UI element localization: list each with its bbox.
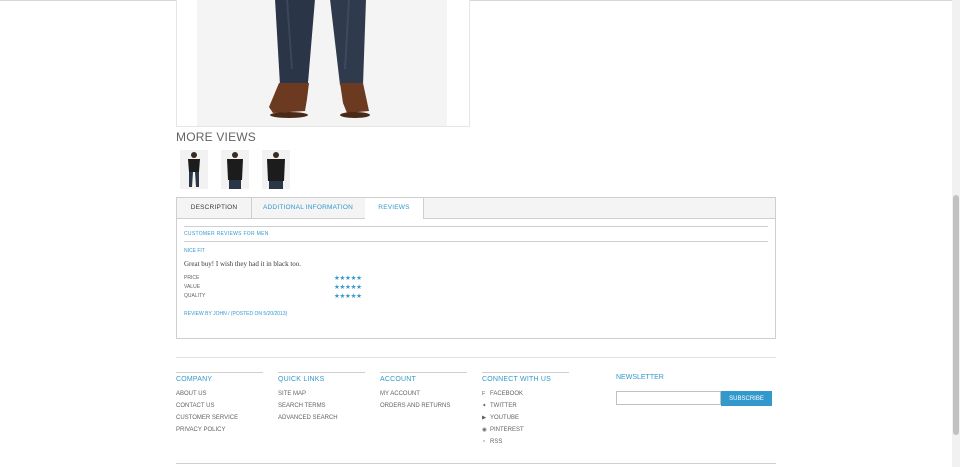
footer-connect-title: CONNECT WITH US [482,372,569,383]
rating-row-price: PRICE ★★★★★ [184,275,768,284]
tab-description[interactable]: DESCRIPTION [177,198,252,218]
footer-link-privacy-policy[interactable]: PRIVACY POLICY [176,424,263,436]
product-main-image[interactable] [176,0,470,127]
model-legs-illustration [269,0,370,118]
review-body: Great buy! I wish they had it in black t… [184,260,302,268]
youtube-icon: ▶ [482,415,487,421]
pinterest-icon: ◉ [482,427,487,433]
star-rating-icon: ★★★★★ [334,284,362,291]
footer-link-my-account[interactable]: MY ACCOUNT [380,388,467,400]
footer-quick-links: QUICK LINKS SITE MAP SEARCH TERMS ADVANC… [278,372,365,424]
thumbnail-person-icon [267,152,285,189]
tab-reviews[interactable]: REVIEWS [365,198,424,219]
thumbnail-person-icon [188,152,200,187]
thumbnail-2[interactable] [221,150,249,189]
footer-link-orders-returns[interactable]: ORDERS AND RETURNS [380,400,467,412]
reviews-heading: CUSTOMER REVIEWS FOR MEN [184,226,768,242]
reviews-panel: CUSTOMER REVIEWS FOR MEN NICE FIT Great … [184,226,768,317]
rating-row-quality: QUALITY ★★★★★ [184,293,768,302]
footer-account: ACCOUNT MY ACCOUNT ORDERS AND RETURNS [380,372,467,412]
rating-label: VALUE [184,284,201,290]
rss-icon: ◔ [482,439,486,445]
star-rating-icon: ★★★★★ [334,275,362,282]
newsletter-email-input[interactable] [616,391,721,405]
footer-link-site-map[interactable]: SITE MAP [278,388,365,400]
more-views-thumbnails [180,150,290,189]
footer-divider [176,357,776,358]
footer-link-contact-us[interactable]: CONTACT US [176,400,263,412]
tab-additional-information[interactable]: ADDITIONAL INFORMATION [251,198,366,218]
footer-company-title: COMPANY [176,372,263,383]
footer-link-label: TWITTER [490,403,517,409]
footer-link-advanced-search[interactable]: ADVANCED SEARCH [278,412,365,424]
facebook-icon: f [482,391,486,397]
footer-link-about-us[interactable]: ABOUT US [176,388,263,400]
footer-link-twitter[interactable]: ✦ TWITTER [482,400,569,412]
footer-connect: CONNECT WITH US f FACEBOOK ✦ TWITTER ▶ YOUT… [482,372,569,448]
more-views-title: MORE VIEWS [176,130,257,144]
footer-link-customer-service[interactable]: CUSTOMER SERVICE [176,412,263,424]
footer-link-label: RSS [490,439,503,445]
footer-bottom-divider [176,463,776,464]
thumbnail-person-icon [227,152,243,189]
twitter-icon: ✦ [482,403,487,409]
footer-link-label: PINTEREST [490,427,524,433]
review-ratings: PRICE ★★★★★ VALUE ★★★★★ QUALITY ★★★★★ [184,275,768,302]
rating-label: PRICE [184,275,200,281]
thumbnail-3[interactable] [262,150,290,189]
thumbnail-1[interactable] [180,150,208,189]
review-byline: REVIEW BY JOHN / (POSTED ON 5/20/2013) [184,311,288,317]
newsletter-block: NEWSLETTER SUBSCRIBE [616,374,772,406]
footer-link-rss[interactable]: ◔ RSS [482,436,569,448]
product-tabs: DESCRIPTION ADDITIONAL INFORMATION REVIE… [176,197,776,339]
footer-company: COMPANY ABOUT US CONTACT US CUSTOMER SER… [176,372,263,436]
review-title[interactable]: NICE FIT [184,248,768,254]
footer-link-label: FACEBOOK [490,391,524,397]
subscribe-button[interactable]: SUBSCRIBE [721,391,772,406]
footer-link-search-terms[interactable]: SEARCH TERMS [278,400,365,412]
footer-link-facebook[interactable]: f FACEBOOK [482,388,569,400]
scrollbar-thumb[interactable] [953,195,959,435]
rating-row-value: VALUE ★★★★★ [184,284,768,293]
star-rating-icon: ★★★★★ [334,293,362,300]
newsletter-title: NEWSLETTER [616,374,664,381]
rating-label: QUALITY [184,293,206,299]
footer-account-title: ACCOUNT [380,372,467,383]
footer-link-pinterest[interactable]: ◉ PINTEREST [482,424,569,436]
footer-link-youtube[interactable]: ▶ YOUTUBE [482,412,569,424]
footer-quick-links-title: QUICK LINKS [278,372,365,383]
footer-link-label: YOUTUBE [490,415,520,421]
top-divider [0,0,952,1]
